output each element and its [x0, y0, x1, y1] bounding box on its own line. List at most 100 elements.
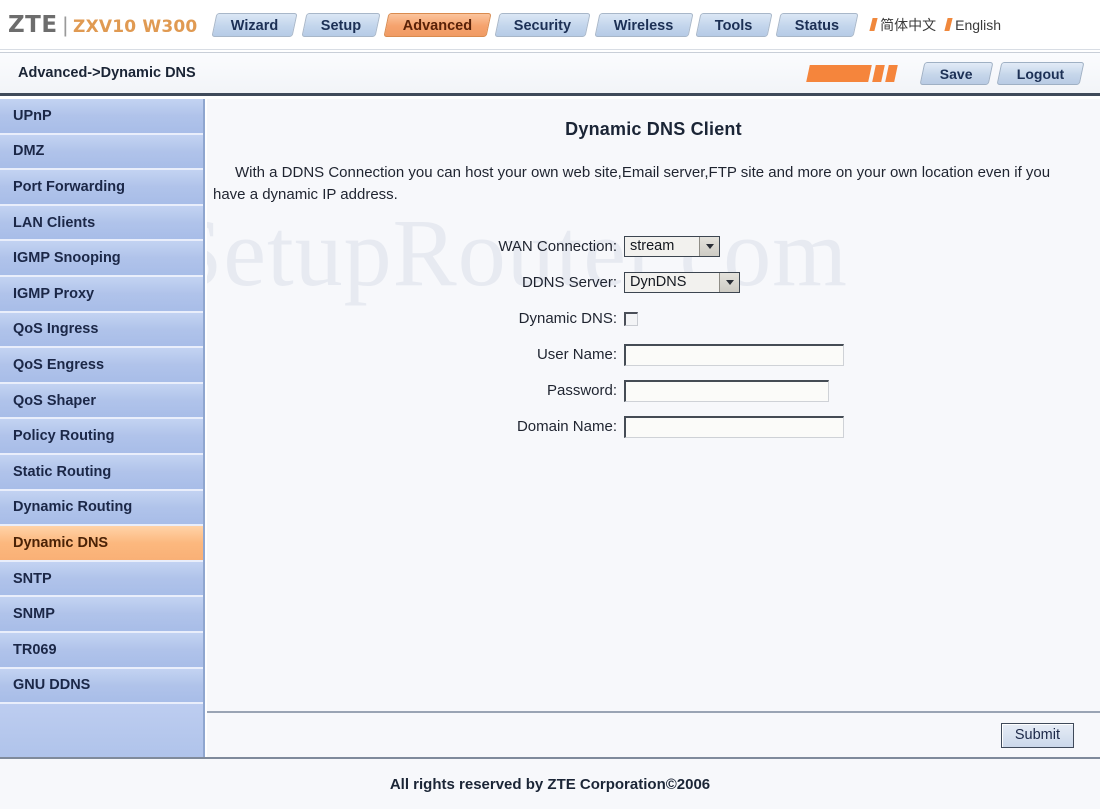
sidebar-item-qos-shaper[interactable]: QoS Shaper — [0, 383, 203, 420]
password-input[interactable] — [624, 379, 829, 402]
sidebar-item-upnp[interactable]: UPnP — [0, 99, 203, 135]
form-row-dynamic-dns: Dynamic DNS: — [207, 306, 1100, 332]
sidebar-item-label: QoS Ingress — [13, 321, 99, 338]
chevron-down-icon[interactable] — [699, 237, 719, 256]
logout-button-label: Logout — [1016, 65, 1064, 82]
sidebar-item-snmp[interactable]: SNMP — [0, 597, 203, 633]
tab-status-label: Status — [794, 17, 839, 34]
brand-model: ZXV10 W300 — [73, 16, 198, 37]
wan-connection-label: WAN Connection: — [498, 238, 617, 255]
copyright-text: All rights reserved by ZTE Corporation©2… — [389, 775, 711, 793]
form-row-password: Password: — [207, 378, 1100, 404]
sidebar-item-gnu-ddns[interactable]: GNU DDNS — [0, 668, 203, 705]
breadcrumb-bar: Advanced->Dynamic DNS Save Logout — [0, 52, 1100, 96]
sidebar-item-label: DMZ — [13, 143, 45, 160]
user-name-label: User Name: — [536, 346, 617, 363]
page-title: Dynamic DNS Client — [565, 119, 742, 139]
sidebar-item-label: IGMP Proxy — [13, 285, 95, 302]
ddns-settings-form: WAN Connection: stream DDNS Server: DynD… — [207, 234, 1100, 440]
sidebar-item-label: LAN Clients — [13, 214, 96, 231]
wan-connection-value: stream — [630, 238, 675, 254]
user-name-input[interactable] — [624, 343, 844, 366]
brand-logo: ZTE | ZXV10 W300 — [8, 12, 197, 38]
sidebar-item-label: Dynamic Routing — [13, 499, 133, 516]
brand-name: ZTE — [8, 11, 58, 38]
sidebar-item-dynamic-dns[interactable]: Dynamic DNS — [0, 526, 203, 562]
language-link-chinese[interactable]: 简体中文 — [869, 15, 937, 35]
tab-status[interactable]: Status — [775, 12, 859, 37]
header-actions: Save Logout — [806, 61, 1085, 85]
ddns-server-label: DDNS Server: — [521, 274, 617, 291]
page-footer: All rights reserved by ZTE Corporation©2… — [0, 757, 1100, 809]
brand-separator: | — [62, 13, 69, 37]
sidebar-item-tr069[interactable]: TR069 — [0, 632, 203, 669]
sidebar-filler — [0, 704, 203, 757]
sidebar-item-label: QoS Shaper — [13, 392, 96, 409]
sidebar-item-label: GNU DDNS — [13, 677, 91, 694]
bullet-marker-icon — [869, 18, 878, 31]
language-link-english[interactable]: English — [944, 16, 1002, 33]
sidebar-item-dmz[interactable]: DMZ — [0, 134, 203, 171]
form-row-wan-connection: WAN Connection: stream — [207, 234, 1100, 260]
tab-tools-label: Tools — [714, 17, 753, 34]
sidebar-item-label: Policy Routing — [13, 428, 115, 445]
submit-bar: Submit — [207, 711, 1100, 757]
language-chinese-label: 简体中文 — [880, 16, 937, 33]
decorative-orange-bars — [806, 64, 898, 82]
top-navigation-bar: ZTE | ZXV10 W300 Wizard Setup Advanced S… — [0, 0, 1100, 50]
main-content: SetupRouter.com Dynamic DNS Client With … — [207, 99, 1100, 711]
orange-bar-small-icon — [872, 64, 885, 82]
tab-tools[interactable]: Tools — [695, 12, 773, 37]
sidebar-item-igmp-snooping[interactable]: IGMP Snooping — [0, 241, 203, 277]
bullet-marker-icon — [944, 18, 953, 31]
sidebar-item-label: IGMP Snooping — [13, 250, 121, 267]
tab-advanced[interactable]: Advanced — [383, 12, 493, 37]
sidebar-item-sntp[interactable]: SNTP — [0, 561, 203, 598]
wan-connection-select[interactable]: stream — [624, 236, 720, 257]
language-switcher: 简体中文 English — [869, 15, 1002, 35]
ddns-server-select[interactable]: DynDNS — [624, 272, 740, 293]
sidebar-item-port-forwarding[interactable]: Port Forwarding — [0, 170, 203, 206]
sidebar-item-label: Static Routing — [13, 463, 112, 480]
tab-setup-label: Setup — [320, 17, 361, 34]
sidebar-item-static-routing[interactable]: Static Routing — [0, 454, 203, 491]
language-english-label: English — [955, 16, 1002, 33]
logout-button[interactable]: Logout — [996, 61, 1085, 85]
sidebar-item-label: UPnP — [13, 107, 52, 124]
sidebar-item-label: Dynamic DNS — [13, 534, 109, 551]
sidebar-item-lan-clients[interactable]: LAN Clients — [0, 205, 203, 242]
password-label: Password: — [546, 382, 617, 399]
tab-wireless[interactable]: Wireless — [594, 12, 693, 37]
sidebar-item-qos-engress[interactable]: QoS Engress — [0, 348, 203, 384]
sidebar-item-label: TR069 — [13, 641, 57, 658]
save-button[interactable]: Save — [919, 61, 994, 85]
sidebar-navigation: UPnP DMZ Port Forwarding LAN Clients IGM… — [0, 99, 205, 757]
tab-setup[interactable]: Setup — [301, 12, 381, 37]
ddns-server-value: DynDNS — [630, 274, 687, 290]
save-button-label: Save — [939, 65, 973, 82]
chevron-down-icon[interactable] — [719, 273, 739, 292]
form-row-domain-name: Domain Name: — [207, 414, 1100, 440]
orange-bar-small-icon — [885, 64, 898, 82]
form-row-user-name: User Name: — [207, 342, 1100, 368]
tab-wireless-label: Wireless — [613, 17, 673, 34]
tab-wizard-label: Wizard — [231, 17, 279, 34]
orange-bar-large-icon — [806, 64, 872, 82]
dynamic-dns-checkbox[interactable] — [624, 311, 638, 326]
tab-wizard[interactable]: Wizard — [211, 12, 299, 37]
tab-security-label: Security — [514, 17, 572, 34]
page-description: With a DDNS Connection you can host your… — [213, 164, 1051, 203]
sidebar-item-label: QoS Engress — [13, 356, 105, 373]
sidebar-item-label: Port Forwarding — [13, 178, 125, 195]
main-tabs: Wizard Setup Advanced Security Wireless … — [211, 12, 859, 37]
sidebar-item-dynamic-routing[interactable]: Dynamic Routing — [0, 490, 203, 527]
tab-advanced-label: Advanced — [402, 17, 473, 34]
sidebar-item-label: SNMP — [13, 606, 55, 623]
sidebar-item-igmp-proxy[interactable]: IGMP Proxy — [0, 276, 203, 313]
sidebar-item-qos-ingress[interactable]: QoS Ingress — [0, 312, 203, 349]
sidebar-item-policy-routing[interactable]: Policy Routing — [0, 419, 203, 455]
domain-name-input[interactable] — [624, 415, 844, 438]
tab-security[interactable]: Security — [494, 12, 592, 37]
breadcrumb: Advanced->Dynamic DNS — [18, 65, 196, 81]
submit-button[interactable]: Submit — [1000, 722, 1074, 748]
